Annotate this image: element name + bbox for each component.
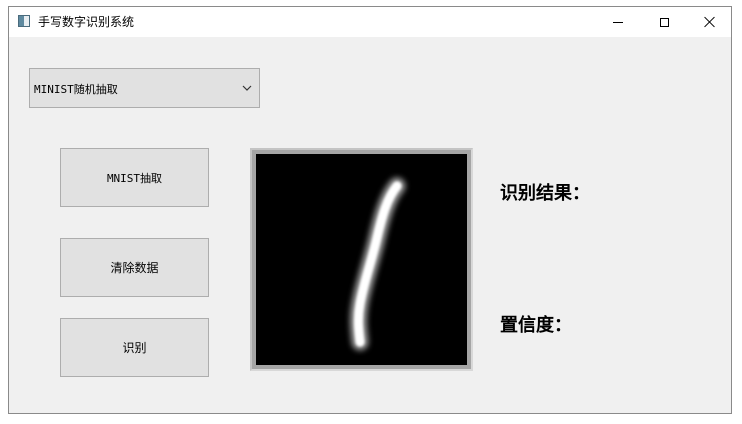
minimize-button[interactable] — [595, 7, 641, 37]
minimize-icon — [613, 21, 623, 23]
window-title: 手写数字识别系统 — [38, 15, 135, 29]
maximize-icon — [659, 17, 669, 27]
recognition-result-label: 识别结果： — [500, 183, 590, 204]
digit-canvas[interactable] — [256, 154, 467, 365]
close-button[interactable] — [687, 7, 731, 37]
confidence-label: 置信度： — [500, 315, 572, 336]
chevron-down-icon — [242, 85, 252, 91]
clear-data-button[interactable]: 清除数据 — [60, 238, 209, 297]
close-icon — [704, 16, 716, 28]
digit-stroke-image — [349, 177, 406, 351]
digit-image-frame — [250, 148, 473, 371]
title-bar[interactable]: 手写数字识别系统 — [9, 7, 731, 37]
source-select-value: MINIST随机抽取 — [34, 83, 118, 96]
recognize-button[interactable]: 识别 — [60, 318, 209, 377]
mnist-extract-button[interactable]: MNIST抽取 — [60, 148, 209, 207]
app-window-icon — [18, 15, 30, 27]
source-select[interactable]: MINIST随机抽取 — [29, 68, 260, 108]
maximize-button[interactable] — [641, 7, 687, 37]
app-window: 手写数字识别系统 MINIST随机抽取 MNIST抽取 清除数据 识别 识别结果… — [8, 6, 732, 414]
